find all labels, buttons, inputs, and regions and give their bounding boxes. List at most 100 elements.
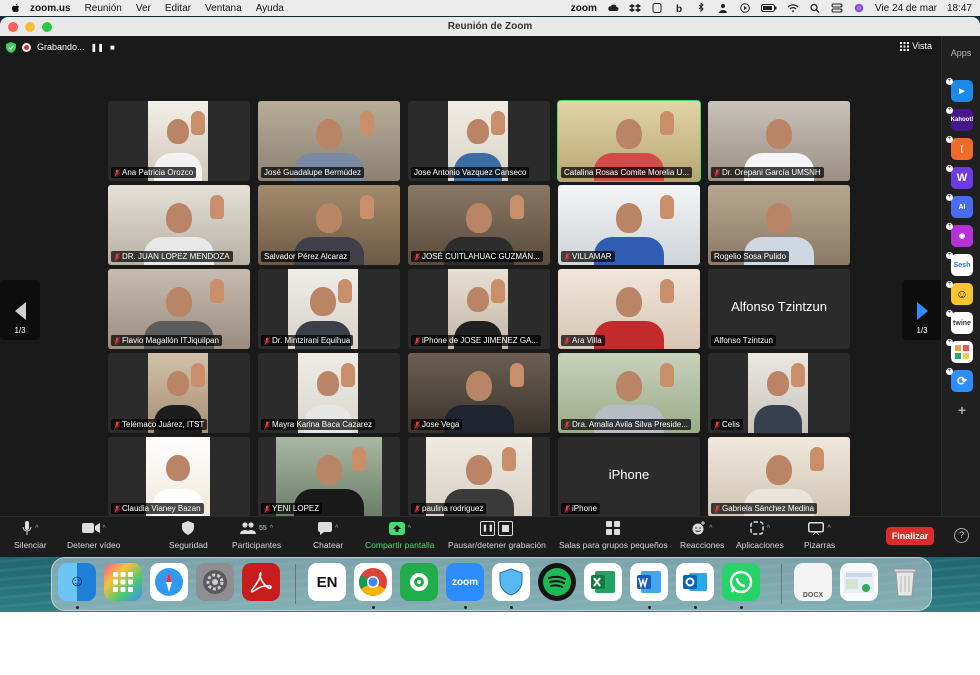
- menu-app-zoom[interactable]: zoom.us: [30, 3, 71, 14]
- sidebar-app-blocks-icon[interactable]: [951, 341, 973, 363]
- wifi-icon[interactable]: [787, 3, 799, 13]
- chevron-up-icon[interactable]: ^: [709, 525, 712, 532]
- sidebar-app-kahoot[interactable]: Kahoot!: [951, 109, 973, 131]
- sidebar-app-ai[interactable]: AI: [951, 196, 973, 218]
- participant-tile[interactable]: JOSÉ CUITLAHUAC GUZMÁN...: [408, 185, 550, 265]
- play-circle-icon[interactable]: [739, 3, 751, 13]
- acrobat-icon[interactable]: [242, 563, 280, 601]
- trash-icon[interactable]: [886, 563, 924, 601]
- participant-tile[interactable]: paulina rodriguez: [408, 437, 550, 517]
- participants-button[interactable]: 55 ^ Participantes: [232, 519, 281, 550]
- sidebar-app-sesh[interactable]: Sesh: [951, 254, 973, 276]
- participant-tile[interactable]: Alfonso Tzintzun Alfonso Tzintzun: [708, 269, 850, 349]
- dropbox-icon[interactable]: [628, 3, 641, 13]
- apps-label[interactable]: Apps: [942, 48, 980, 58]
- menu-item-ventana[interactable]: Ventana: [205, 3, 242, 14]
- sidebar-app-broadcast-icon[interactable]: ◉: [951, 225, 973, 247]
- participant-tile[interactable]: YENI LOPEZ: [258, 437, 400, 517]
- safari-icon[interactable]: [150, 563, 188, 601]
- participant-tile[interactable]: Celis: [708, 353, 850, 433]
- participant-tile[interactable]: Ara Villa: [558, 269, 700, 349]
- end-meeting-button[interactable]: Finalizar: [886, 527, 934, 545]
- b-app-icon[interactable]: b: [673, 3, 685, 13]
- menubar-time[interactable]: 18:47: [947, 3, 972, 14]
- input-language-en[interactable]: EN: [308, 563, 346, 601]
- security-button[interactable]: Seguridad: [169, 519, 208, 550]
- whatsapp-icon[interactable]: [722, 563, 760, 601]
- sidebar-app-arrow-icon[interactable]: ▶: [951, 80, 973, 102]
- help-icon[interactable]: ?: [954, 528, 969, 543]
- outlook-icon[interactable]: [676, 563, 714, 601]
- find-my-icon[interactable]: [400, 563, 438, 601]
- launchpad-icon[interactable]: [104, 563, 142, 601]
- chevron-up-icon[interactable]: ^: [103, 525, 106, 532]
- participant-tile[interactable]: Dra. Amalia Avila Silva Preside...: [558, 353, 700, 433]
- menu-item-reunion[interactable]: Reunión: [85, 3, 122, 14]
- encryption-shield-icon[interactable]: [6, 41, 16, 53]
- chrome-icon[interactable]: [354, 563, 392, 601]
- chevron-up-icon[interactable]: ^: [35, 525, 38, 532]
- pause-stop-recording-button[interactable]: ❚❚ Pausar/detener grabación: [448, 519, 546, 550]
- menu-item-editar[interactable]: Editar: [165, 3, 191, 14]
- sidebar-app-w-icon[interactable]: W: [951, 167, 973, 189]
- cloud-icon[interactable]: [607, 3, 619, 13]
- chat-button[interactable]: ^ Chatear: [313, 519, 343, 550]
- participant-tile[interactable]: Telémaco Juárez, ITST: [108, 353, 250, 433]
- cube-icon[interactable]: [651, 3, 663, 13]
- sidebar-add-app-button[interactable]: +: [951, 399, 973, 421]
- menu-item-ayuda[interactable]: Ayuda: [256, 3, 284, 14]
- stop-recording-icon[interactable]: ■: [110, 43, 115, 52]
- whiteboards-button[interactable]: ^ Pizarras: [804, 519, 835, 550]
- participant-tile[interactable]: Salvador Pérez Alcaraz: [258, 185, 400, 265]
- participant-tile[interactable]: DR. JUAN LOPEZ MENDOZA: [108, 185, 250, 265]
- word-icon[interactable]: [630, 563, 668, 601]
- participant-tile[interactable]: iPhone de JOSE JIMENEZ GA...: [408, 269, 550, 349]
- apps-button[interactable]: ^ Aplicaciones: [736, 519, 784, 550]
- participant-tile[interactable]: Jose Vega: [408, 353, 550, 433]
- mute-button[interactable]: ^ Silenciar: [14, 519, 47, 550]
- spotify-icon[interactable]: [538, 563, 576, 601]
- menubar-zoom-status[interactable]: zoom: [571, 3, 597, 14]
- sidebar-app-twine[interactable]: twine: [951, 312, 973, 334]
- participant-tile[interactable]: Ana Patricia Orozco: [108, 101, 250, 181]
- reactions-button[interactable]: ^ Reacciones: [680, 519, 724, 550]
- finder-icon[interactable]: ☺: [58, 563, 96, 601]
- participant-tile[interactable]: Gabriela Sánchez Medina: [708, 437, 850, 517]
- previous-page-button[interactable]: 1/3: [0, 280, 40, 340]
- participant-tile[interactable]: Dr. Orepani García UMSNH: [708, 101, 850, 181]
- chevron-up-icon[interactable]: ^: [335, 525, 338, 532]
- participant-tile[interactable]: VILLAMAR: [558, 185, 700, 265]
- shield-app-icon[interactable]: [492, 563, 530, 601]
- chevron-up-icon[interactable]: ^: [408, 525, 411, 532]
- chevron-up-icon[interactable]: ^: [270, 525, 273, 532]
- chevron-up-icon[interactable]: ^: [827, 525, 830, 532]
- excel-icon[interactable]: [584, 563, 622, 601]
- participant-tile[interactable]: Dr. Mintzirani Equihua: [258, 269, 400, 349]
- sidebar-app-smiley-icon[interactable]: ☺: [951, 283, 973, 305]
- participant-tile[interactable]: iPhone iPhone: [558, 437, 700, 517]
- sidebar-app-bracket-icon[interactable]: [: [951, 138, 973, 160]
- siri-icon[interactable]: [853, 3, 865, 13]
- breakout-rooms-button[interactable]: Salas para grupos pequeños: [559, 519, 668, 550]
- participant-tile[interactable]: Flavio Magallón ITJiquilpan: [108, 269, 250, 349]
- search-icon[interactable]: [809, 3, 821, 13]
- user-icon[interactable]: [717, 3, 729, 13]
- docx-file-thumbnail[interactable]: DOCX: [794, 563, 832, 601]
- battery-icon[interactable]: [760, 3, 777, 13]
- participant-tile[interactable]: Jose Antonio Vazquez Canseco: [408, 101, 550, 181]
- pause-recording-icon[interactable]: ❚❚: [91, 43, 104, 52]
- participant-tile[interactable]: Mayra Karina Baca Cazarez: [258, 353, 400, 433]
- apple-icon[interactable]: [10, 2, 22, 14]
- next-page-button[interactable]: 1/3: [902, 280, 942, 340]
- sidebar-app-refresh-icon[interactable]: ⟳: [951, 370, 973, 392]
- participant-tile[interactable]: José Guadalupe Bermúdez: [258, 101, 400, 181]
- system-settings-icon[interactable]: [196, 563, 234, 601]
- screenshot-thumbnail[interactable]: [840, 563, 878, 601]
- share-screen-button[interactable]: ^ Compartir pantalla: [365, 519, 434, 550]
- participant-tile[interactable]: Catalina Rosas Comite Morelia U...: [557, 100, 701, 182]
- menubar-date[interactable]: Vie 24 de mar: [875, 3, 937, 14]
- zoom-app-icon[interactable]: zoom: [446, 563, 484, 601]
- stop-video-button[interactable]: ^ Detener vídeo: [67, 519, 120, 550]
- bluetooth-icon[interactable]: [695, 3, 707, 13]
- menu-item-ver[interactable]: Ver: [136, 3, 151, 14]
